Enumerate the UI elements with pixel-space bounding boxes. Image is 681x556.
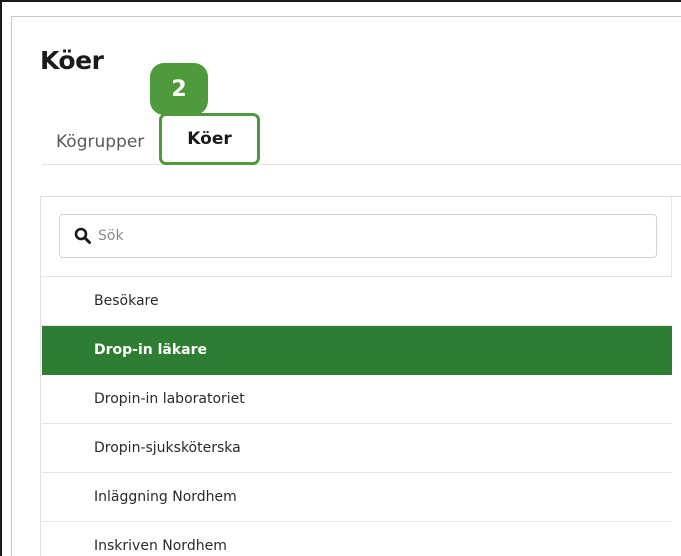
app-window: Köer 2 Kögrupper Köer Sök Besökare Drop-… [0, 0, 681, 556]
tab-kogrupper[interactable]: Kögrupper [56, 132, 144, 152]
step-number-badge: 2 [150, 63, 208, 115]
tab-bar-divider [42, 164, 681, 165]
queue-item-dropin-sjukskoterska[interactable]: Dropin-sjuksköterska [42, 424, 672, 473]
queue-item-inskriven-nordhem[interactable]: Inskriven Nordhem [42, 522, 672, 556]
queue-list: Besökare Drop-in läkare Dropin-in labora… [42, 277, 672, 556]
tab-bar: Kögrupper Köer [42, 112, 681, 167]
search-icon [74, 227, 91, 244]
search-placeholder: Sök [98, 228, 124, 244]
queue-item-dropin-in-laboratoriet[interactable]: Dropin-in laboratoriet [42, 375, 672, 424]
queue-item-inlaggning-nordhem[interactable]: Inläggning Nordhem [42, 473, 672, 522]
search-row: Sök [41, 197, 671, 277]
tab-koer[interactable]: Köer [159, 113, 260, 165]
queue-item-besokare[interactable]: Besökare [42, 277, 672, 326]
queue-panel: Sök Besökare Drop-in läkare Dropin-in la… [40, 196, 681, 556]
queue-item-drop-in-lakare[interactable]: Drop-in läkare [42, 326, 672, 375]
page-title: Köer [40, 46, 104, 75]
search-input[interactable]: Sök [59, 214, 657, 258]
